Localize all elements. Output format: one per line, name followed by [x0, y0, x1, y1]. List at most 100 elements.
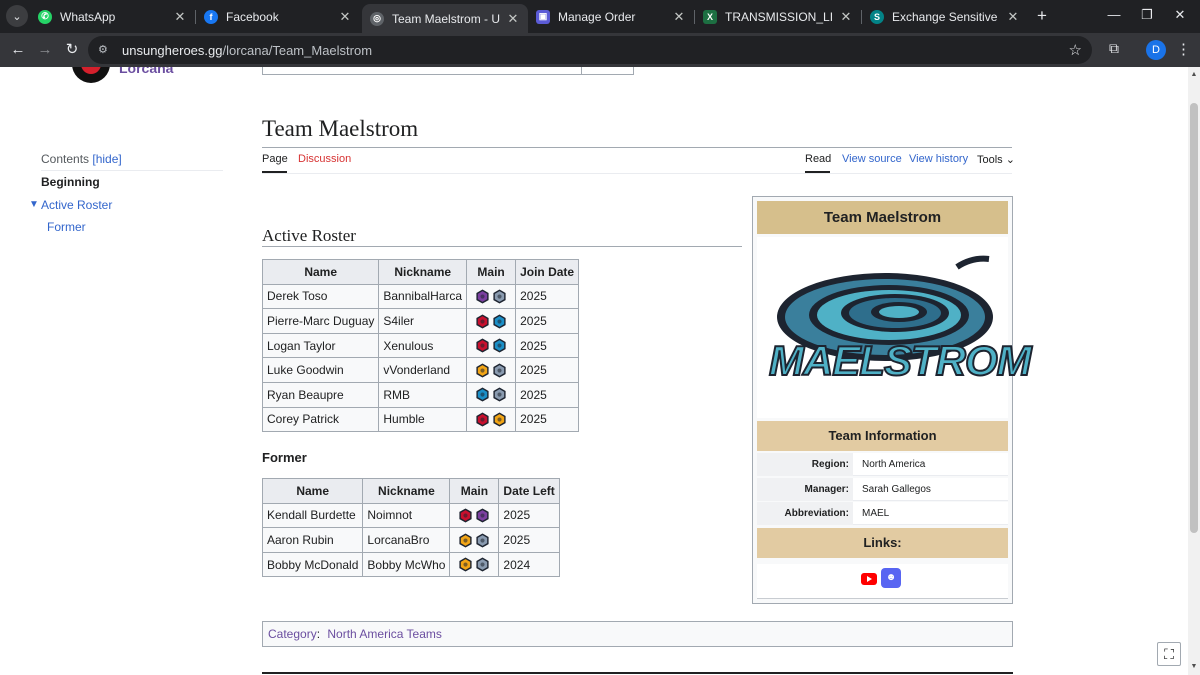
forward-button[interactable]: →: [35, 40, 55, 60]
toc-divider: [41, 170, 223, 171]
column-header: Name: [261, 478, 364, 504]
new-tab-button[interactable]: +: [1032, 6, 1052, 26]
minimize-button[interactable]: —: [1104, 7, 1124, 25]
address-bar[interactable]: ⚙ unsungheroes.gg/lorcana/Team_Maelstrom…: [88, 36, 1092, 64]
table-row: Derek Toso BannibalHarca 2025: [261, 283, 580, 310]
amethyst-ink-icon: [475, 508, 490, 523]
youtube-icon[interactable]: [861, 573, 877, 585]
tab-transmission-line[interactable]: X TRANSMISSION_LINE_2024 ✕: [695, 2, 861, 31]
chevron-down-icon[interactable]: ▼: [29, 199, 39, 210]
player-main-inks: [449, 551, 500, 578]
tab-search-button[interactable]: ⌄: [6, 5, 28, 27]
toc-item-former[interactable]: Former: [47, 220, 86, 234]
player-name: Logan Taylor: [261, 332, 380, 359]
infobox-links: ☻: [757, 564, 1008, 599]
column-header: Main: [466, 259, 517, 285]
tab-title: TRANSMISSION_LINE_2024: [725, 9, 833, 24]
infobox-value: North America: [862, 459, 926, 470]
url-text[interactable]: unsungheroes.gg/lorcana/Team_Maelstrom: [122, 43, 372, 58]
infobox-row-abbreviation: Abbreviation: MAEL: [757, 502, 1008, 525]
sharepoint-icon: S: [870, 9, 884, 24]
player-nickname: vVonderland: [378, 357, 468, 383]
page-scrollbar[interactable]: ▲ ▼: [1188, 67, 1200, 675]
player-nickname: S4iler: [378, 308, 468, 334]
player-date: 2025: [515, 381, 580, 408]
player-name: Bobby McDonald: [261, 551, 364, 578]
toc-item-active-roster[interactable]: Active Roster: [41, 198, 112, 212]
tab-whatsapp[interactable]: ✆ WhatsApp ✕: [30, 2, 195, 31]
tab-view-history[interactable]: View history: [909, 153, 968, 165]
player-nickname: Xenulous: [378, 332, 468, 359]
category-link[interactable]: North America Teams: [327, 627, 442, 641]
team-logo-wordmark: MAELSTROM: [768, 336, 1033, 385]
amber-ink-icon: [458, 557, 473, 572]
close-icon[interactable]: ✕: [672, 9, 686, 25]
back-button[interactable]: ←: [8, 40, 28, 60]
tab-discussion[interactable]: Discussion: [298, 153, 351, 165]
player-date: 2025: [498, 527, 560, 553]
steel-ink-icon: [492, 387, 507, 402]
tab-manage-order[interactable]: ▣ Manage Order ✕: [528, 2, 694, 31]
table-row: Luke Goodwin vVonderland 2025: [261, 357, 580, 383]
sapphire-ink-icon: [475, 387, 490, 402]
restore-button[interactable]: ❐: [1137, 7, 1157, 25]
reload-button[interactable]: ↻: [62, 40, 82, 60]
tab-read[interactable]: Read: [805, 153, 831, 165]
tab-facebook[interactable]: f Facebook ✕: [196, 2, 360, 31]
player-nickname: RMB: [378, 381, 468, 408]
close-icon[interactable]: ✕: [173, 9, 187, 25]
site-logo[interactable]: [72, 67, 110, 83]
section-heading-former: Former: [262, 450, 307, 465]
steel-ink-icon: [475, 533, 490, 548]
site-search-input[interactable]: [262, 67, 634, 75]
fullscreen-button[interactable]: ⛶: [1157, 642, 1181, 666]
tab-title: WhatsApp: [60, 9, 116, 24]
facebook-icon: f: [204, 9, 218, 24]
site-logo-text[interactable]: Lorcana: [119, 67, 173, 76]
scrollbar-thumb[interactable]: [1190, 103, 1198, 533]
profile-avatar[interactable]: D: [1146, 40, 1166, 60]
discord-icon[interactable]: ☻: [881, 568, 901, 588]
tab-view-source[interactable]: View source: [842, 153, 902, 165]
maelstrom-swirl-icon: [777, 255, 993, 361]
tab-team-maelstrom[interactable]: ◎ Team Maelstrom - Unsung ✕: [362, 4, 528, 33]
amber-ink-icon: [475, 363, 490, 378]
scroll-up-icon[interactable]: ▲: [1190, 71, 1198, 78]
tab-title: Team Maelstrom - Unsung: [392, 11, 500, 26]
tab-page[interactable]: Page: [262, 153, 288, 165]
tab-title: Exchange Sensitive Operat: [892, 9, 1000, 24]
browser-toolbar: ← → ↻ ⚙ unsungheroes.gg/lorcana/Team_Mae…: [0, 33, 1200, 67]
close-icon[interactable]: ✕: [506, 11, 520, 27]
player-nickname: BannibalHarca: [378, 283, 468, 310]
toc-item-beginning[interactable]: Beginning: [41, 175, 100, 189]
amber-ink-icon: [492, 412, 507, 427]
ruby-ink-icon: [475, 412, 490, 427]
ruby-ink-icon: [475, 338, 490, 353]
player-nickname: Bobby McWho: [362, 551, 451, 578]
steel-ink-icon: [492, 363, 507, 378]
site-info-icon[interactable]: ⚙: [98, 43, 112, 57]
footer-divider: [262, 672, 1013, 674]
chevron-down-icon: ⌄: [1005, 154, 1015, 166]
steel-ink-icon: [475, 557, 490, 572]
store-icon: ▣: [536, 9, 550, 24]
menu-icon[interactable]: ⋮: [1176, 40, 1191, 58]
close-icon[interactable]: ✕: [338, 9, 352, 25]
player-main-inks: [466, 283, 517, 310]
tools-dropdown[interactable]: Tools ⌄: [977, 153, 1015, 166]
close-window-button[interactable]: ✕: [1170, 7, 1190, 25]
infobox-label: Abbreviation:: [757, 502, 853, 525]
table-row: Ryan Beaupre RMB 2025: [261, 381, 580, 408]
extensions-icon[interactable]: ⧉: [1105, 40, 1123, 58]
scroll-down-icon[interactable]: ▼: [1190, 663, 1198, 670]
player-main-inks: [449, 527, 500, 553]
close-icon[interactable]: ✕: [839, 9, 853, 25]
active-roster-table: Name Nickname Main Join Date Derek Toso B…: [261, 259, 580, 433]
category-label-link[interactable]: Category: [268, 627, 317, 641]
tab-exchange-sensitive[interactable]: S Exchange Sensitive Operat ✕: [862, 2, 1028, 31]
toc-hide-link[interactable]: [hide]: [92, 152, 121, 166]
bookmark-star-icon[interactable]: ☆: [1069, 41, 1082, 59]
tab-title: Facebook: [226, 9, 279, 24]
player-main-inks: [466, 381, 517, 408]
close-icon[interactable]: ✕: [1006, 9, 1020, 25]
